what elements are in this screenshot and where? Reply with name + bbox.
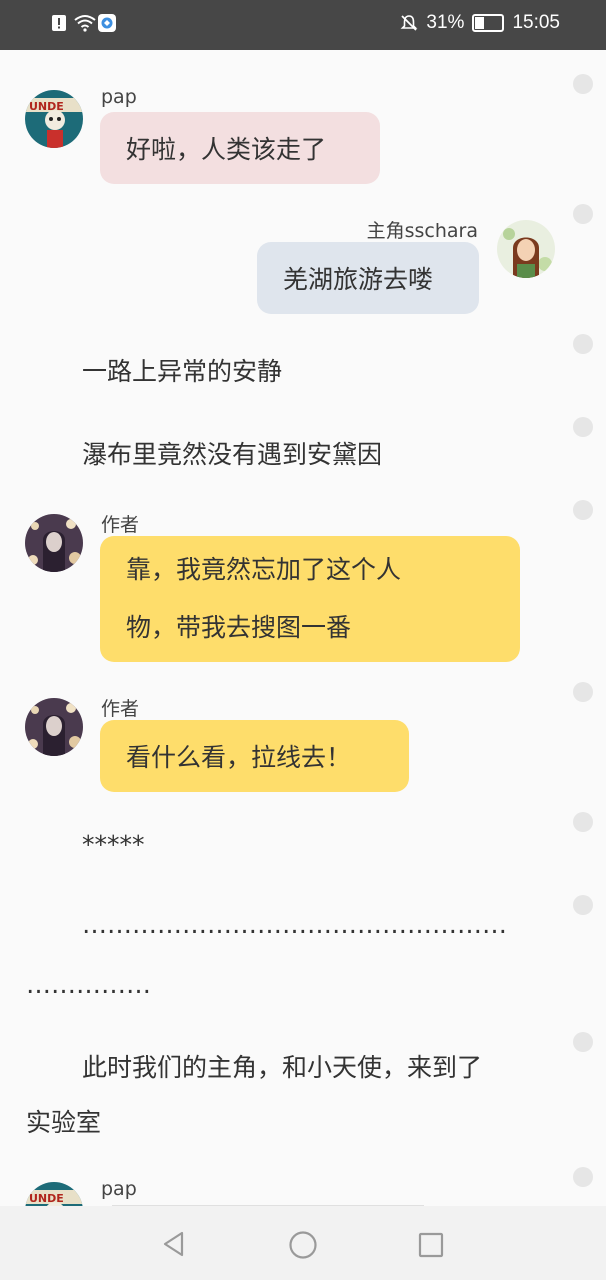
scroll-dot[interactable] bbox=[573, 895, 593, 915]
narration-text: ***** bbox=[82, 830, 145, 859]
sender-name: 作者 bbox=[101, 698, 140, 720]
message-bubble[interactable]: 靠，我竟然忘加了这个人 物，带我去搜图一番 bbox=[100, 536, 520, 662]
clock: 15:05 bbox=[512, 12, 560, 33]
scroll-dot[interactable] bbox=[573, 334, 593, 354]
sender-name: 作者 bbox=[101, 514, 140, 536]
wifi-icon bbox=[74, 14, 96, 32]
mute-bell-icon bbox=[400, 14, 418, 32]
scroll-dot[interactable] bbox=[573, 500, 593, 520]
home-icon[interactable] bbox=[288, 1230, 318, 1264]
scroll-dot[interactable] bbox=[573, 682, 593, 702]
message-text: 好啦，人类该走了 bbox=[126, 135, 327, 164]
navigation-bar bbox=[0, 1206, 606, 1280]
back-icon[interactable] bbox=[160, 1230, 188, 1262]
message-bubble[interactable]: 羌湖旅游去喽 bbox=[257, 242, 479, 314]
scroll-dot[interactable] bbox=[573, 812, 593, 832]
scroll-dot[interactable] bbox=[573, 204, 593, 224]
battery-icon bbox=[472, 14, 505, 32]
scroll-dot[interactable] bbox=[573, 1167, 593, 1187]
message-text: 看什么看，拉线去！ bbox=[126, 743, 352, 772]
chara-avatar[interactable] bbox=[497, 220, 555, 278]
recents-icon[interactable] bbox=[418, 1232, 444, 1262]
author-avatar[interactable] bbox=[25, 514, 83, 572]
narration-text: …………………………………………… bbox=[82, 910, 507, 939]
message-bubble[interactable]: 好啦，人类该走了 bbox=[100, 112, 380, 184]
app-notification-icon bbox=[98, 14, 116, 32]
narration-text: 此时我们的主角，和小天使，来到了 bbox=[82, 1053, 483, 1082]
chat-area[interactable]: UNDE pap 好啦，人类该走了 主角sschara 羌湖旅游去喽 一路上异常… bbox=[0, 50, 606, 1206]
sender-name: pap bbox=[101, 1178, 137, 1200]
scroll-dot[interactable] bbox=[573, 417, 593, 437]
message-bubble[interactable]: 看什么看，拉线去！ bbox=[100, 720, 409, 792]
papyrus-avatar[interactable]: UNDE bbox=[25, 90, 83, 148]
author-avatar[interactable] bbox=[25, 698, 83, 756]
narration-text: 一路上异常的安静 bbox=[82, 357, 283, 386]
message-text: 靠，我竟然忘加了这个人 bbox=[126, 555, 402, 584]
message-text: 物，带我去搜图一番 bbox=[126, 613, 352, 642]
status-bar: 31% 15:05 bbox=[0, 0, 606, 50]
message-text: 羌湖旅游去喽 bbox=[283, 265, 434, 294]
sender-name: 主角sschara bbox=[366, 220, 478, 242]
narration-text: …………… bbox=[26, 970, 151, 999]
scroll-dot[interactable] bbox=[573, 74, 593, 94]
alert-icon bbox=[50, 14, 68, 32]
scroll-dot[interactable] bbox=[573, 1032, 593, 1052]
papyrus-avatar[interactable]: UNDE bbox=[25, 1182, 83, 1206]
sender-name: pap bbox=[101, 86, 137, 108]
narration-text: 瀑布里竟然没有遇到安黛因 bbox=[82, 440, 383, 469]
narration-text: 实验室 bbox=[26, 1108, 102, 1137]
battery-percent: 31% bbox=[426, 12, 465, 33]
